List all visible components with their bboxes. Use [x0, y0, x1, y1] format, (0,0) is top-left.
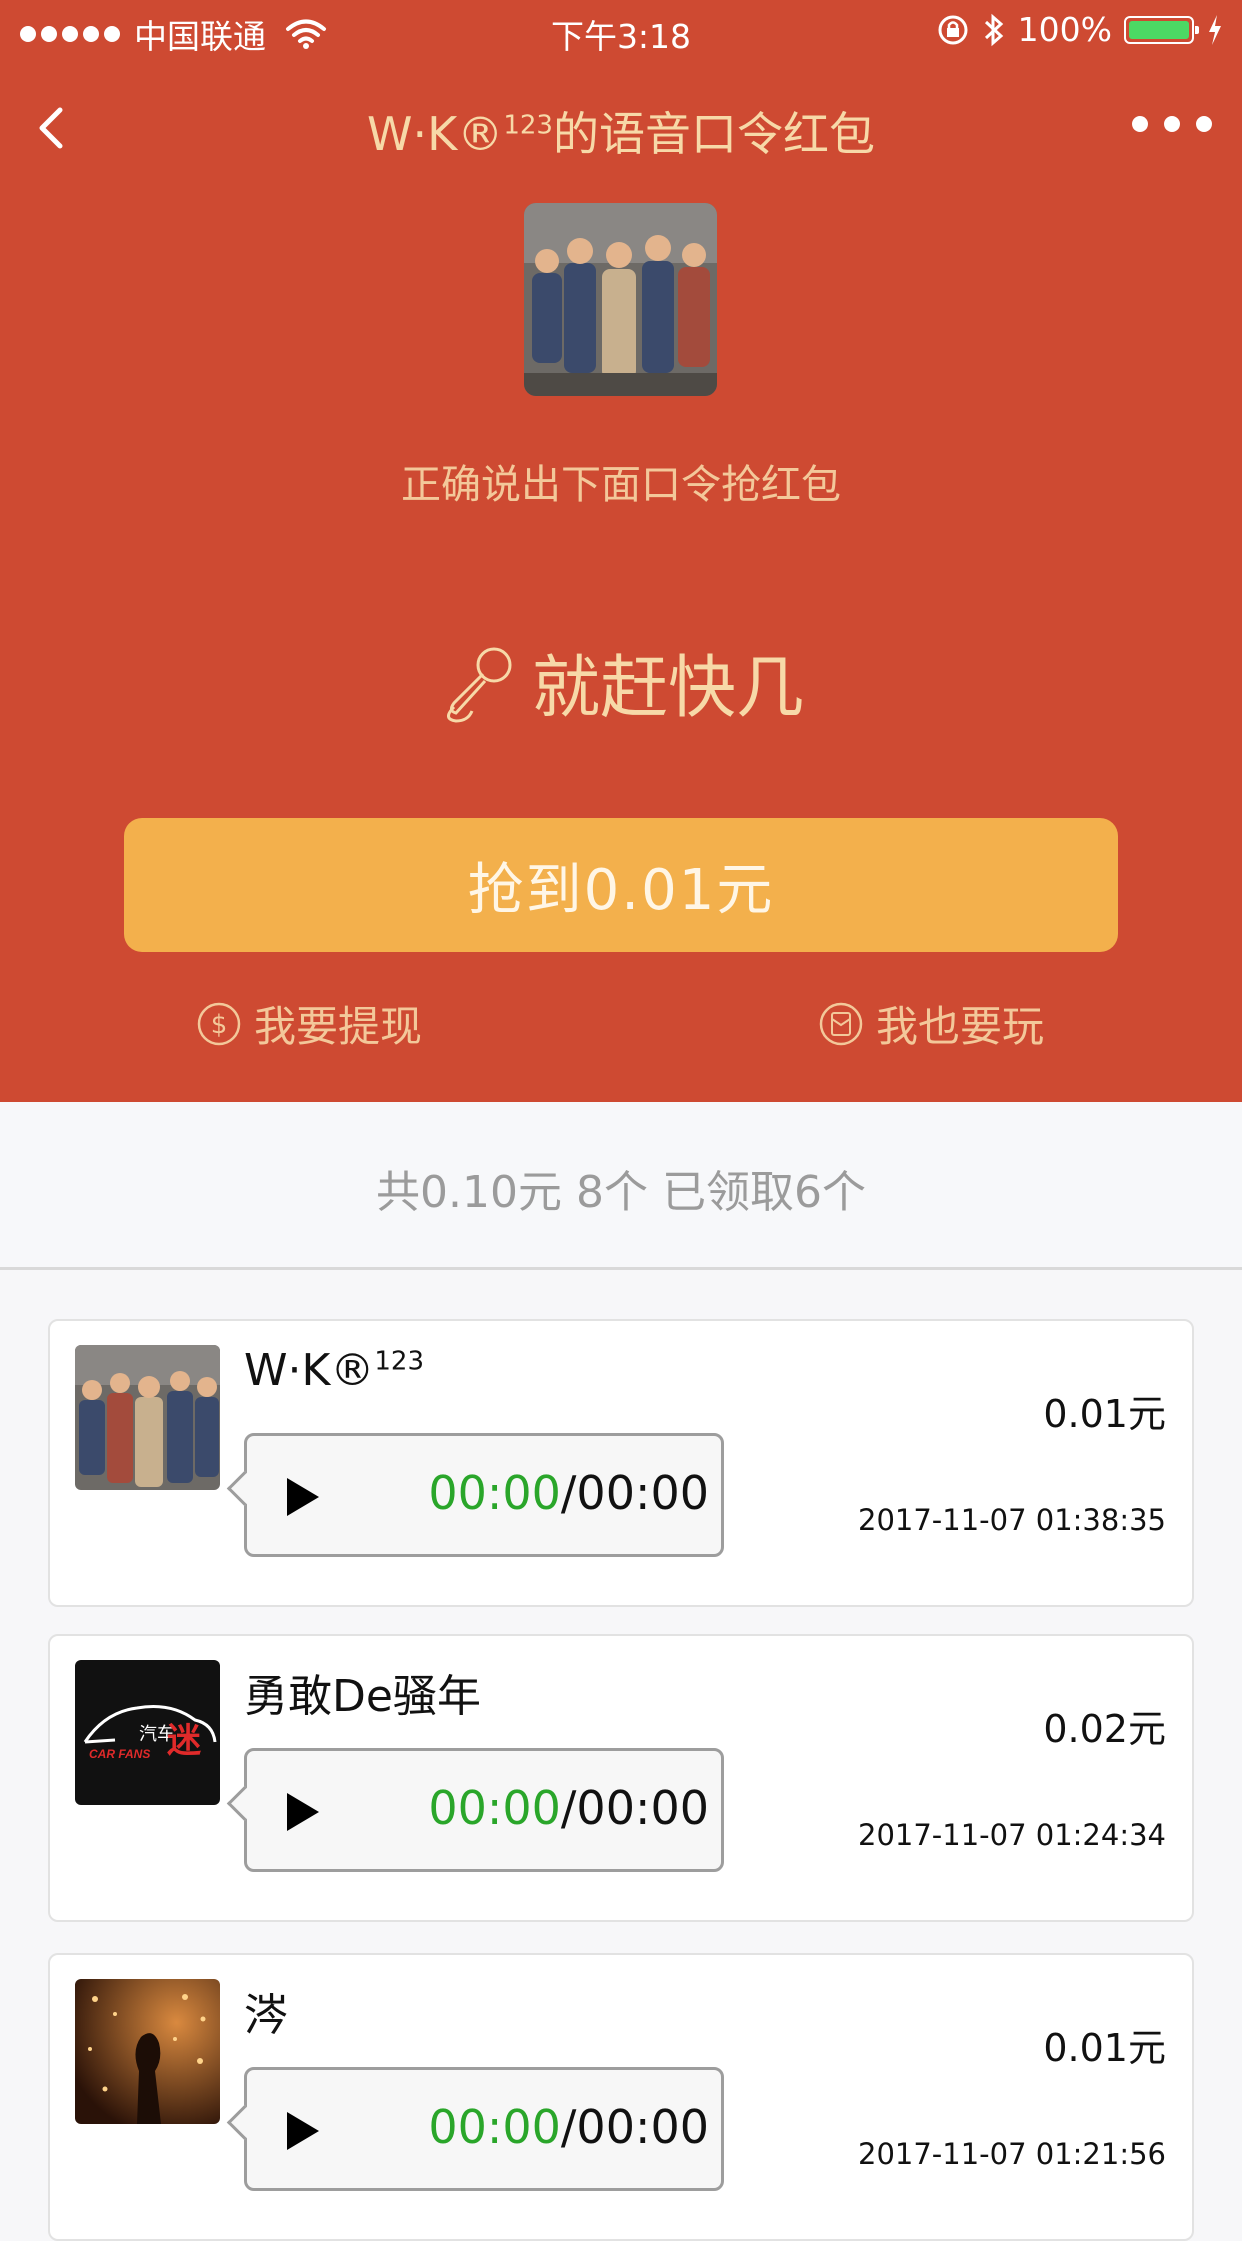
page-title: W·K®123的语音口令红包 — [367, 107, 875, 161]
grab-result-button[interactable]: 抢到0.01元 — [124, 818, 1118, 952]
dollar-coin-icon: $ — [197, 1002, 241, 1045]
avatar — [75, 1979, 220, 2124]
svg-text:CAR FANS: CAR FANS — [89, 1747, 150, 1761]
status-bar: 中国联通 下午3:18 100% — [0, 0, 1242, 62]
divider — [0, 1267, 1242, 1270]
play-icon[interactable] — [283, 2110, 323, 2152]
sender-avatar — [524, 203, 717, 396]
record-card: W·K®123 00:00/00:00 0.01元 2017-11-07 01:… — [48, 1319, 1194, 1607]
passphrase-text: 就赶快几 — [531, 649, 804, 728]
svg-text:迷: 迷 — [167, 1722, 202, 1760]
packet-summary: 共0.10元 8个 已领取6个 — [0, 1102, 1242, 1268]
play-icon[interactable] — [283, 1476, 323, 1518]
withdraw-label: 我要提现 — [254, 1002, 423, 1051]
withdraw-link[interactable]: $ 我要提现 — [196, 993, 422, 1054]
voice-player[interactable]: 00:00/00:00 — [244, 1433, 724, 1557]
record-name: 涔 — [244, 1990, 288, 2041]
record-name: 勇敢De骚年 — [244, 1671, 481, 1722]
microphone-icon — [446, 647, 512, 723]
record-timestamp: 2017-11-07 01:21:56 — [858, 2137, 1166, 2171]
playback-time: 00:00/00:00 — [428, 1781, 709, 1835]
record-card: 汽车 迷 CAR FANS 勇敢De骚年 00:00/00:00 0.02元 2… — [48, 1634, 1194, 1922]
avatar: 汽车 迷 CAR FANS — [75, 1660, 220, 1805]
battery-icon — [1124, 15, 1199, 44]
svg-text:$: $ — [211, 1010, 228, 1040]
voice-player[interactable]: 00:00/00:00 — [244, 2067, 724, 2191]
more-dots-icon[interactable] — [1132, 116, 1212, 132]
record-amount: 0.02元 — [1043, 1707, 1166, 1751]
record-timestamp: 2017-11-07 01:24:34 — [858, 1818, 1166, 1852]
avatar — [75, 1345, 220, 1490]
voice-passphrase: 就赶快几 — [0, 632, 1242, 731]
record-timestamp: 2017-11-07 01:38:35 — [858, 1503, 1166, 1537]
record-amount: 0.01元 — [1043, 2026, 1166, 2070]
red-packet-header: 中国联通 下午3:18 100% W·K®123的语音口令红包 正确说出下面口令… — [0, 0, 1242, 1102]
nav-bar: W·K®123的语音口令红包 — [0, 88, 1242, 168]
instruction-text: 正确说出下面口令抢红包 — [401, 462, 841, 508]
lock-rotation-icon — [938, 15, 968, 44]
play-icon[interactable] — [283, 1791, 323, 1833]
record-card: 涔 00:00/00:00 0.01元 2017-11-07 01:21:56 — [48, 1953, 1194, 2241]
bluetooth-icon — [984, 13, 1003, 46]
playback-time: 00:00/00:00 — [428, 1466, 709, 1520]
battery-percent: 100% — [1017, 10, 1112, 49]
record-amount: 0.01元 — [1043, 1392, 1166, 1436]
red-packet-icon — [819, 1002, 863, 1045]
charging-icon — [1209, 14, 1221, 45]
play-too-link[interactable]: 我也要玩 — [818, 993, 1044, 1054]
record-name: W·K®123 — [244, 1345, 424, 1396]
summary-text: 共0.10元 8个 已领取6个 — [376, 1167, 866, 1218]
playback-time: 00:00/00:00 — [428, 2100, 709, 2154]
play-too-label: 我也要玩 — [876, 1002, 1045, 1051]
voice-player[interactable]: 00:00/00:00 — [244, 1748, 724, 1872]
